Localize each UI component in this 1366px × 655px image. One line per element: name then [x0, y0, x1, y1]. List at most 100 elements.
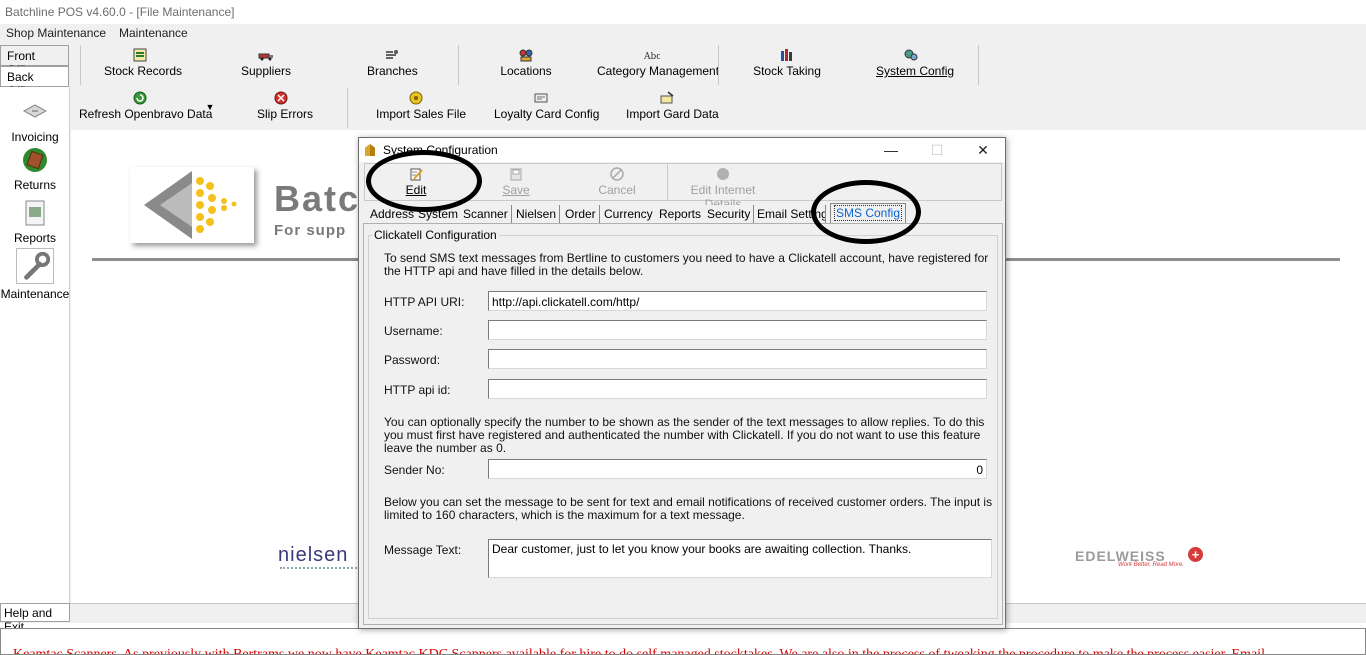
suppliers-label: Suppliers — [240, 64, 292, 78]
loyalty-card-config-label: Loyalty Card Config — [494, 107, 600, 121]
locations-label: Locations — [500, 64, 552, 78]
returns-icon — [23, 148, 47, 172]
save-icon — [510, 168, 522, 181]
nav-returns-label: Returns — [13, 178, 57, 192]
stock-records-button[interactable]: Stock Records — [104, 48, 182, 78]
refresh-dropdown-arrow[interactable]: ▼ — [205, 102, 215, 112]
abc-icon: Abc — [644, 52, 660, 62]
edit-icon — [410, 168, 423, 181]
branches-button[interactable]: Branches — [367, 48, 418, 78]
import-sales-icon — [409, 91, 423, 105]
tab-order[interactable]: Order — [562, 205, 600, 223]
stock-records-label: Stock Records — [104, 64, 183, 78]
tab-reports[interactable]: Reports — [656, 205, 706, 223]
menu-shop-maintenance[interactable]: Shop Maintenance — [6, 26, 106, 40]
system-config-button[interactable]: System Config — [876, 48, 954, 78]
tab-address[interactable]: Address — [367, 205, 419, 223]
tab-system[interactable]: System — [415, 205, 463, 223]
category-management-label: Category Management — [597, 64, 720, 78]
menu-maintenance[interactable]: Maintenance — [119, 26, 188, 40]
cancel-label: Cancel — [598, 183, 636, 197]
system-config-label: System Config — [876, 64, 955, 78]
message-note-text: Below you can set the message to be sent… — [384, 495, 993, 522]
tab-back-office[interactable]: Back Office — [0, 66, 69, 98]
close-button[interactable]: ✕ — [963, 140, 1003, 160]
branches-label: Branches — [367, 64, 418, 78]
dialog-toolbar-separator — [667, 164, 668, 200]
batchline-logo — [130, 167, 254, 243]
edelweiss-tagline: Work Better, Read More. — [1118, 562, 1185, 568]
tab-nielsen[interactable]: Nielsen — [513, 205, 561, 223]
username-input[interactable] — [488, 320, 987, 340]
import-gard-data-label: Import Gard Data — [626, 107, 719, 121]
intro-text: To send SMS text messages from Bertline … — [384, 251, 989, 278]
slip-errors-icon — [274, 91, 288, 105]
sender-note-text: You can optionally specify the number to… — [384, 415, 985, 455]
tab-sms-config-label: SMS Config — [834, 205, 903, 221]
cancel-button[interactable]: Cancel — [597, 167, 637, 197]
refresh-icon — [133, 91, 147, 105]
toolbar-separator — [80, 45, 81, 85]
message-text-label: Message Text: — [384, 543, 462, 557]
http-api-uri-label: HTTP API URI: — [384, 295, 465, 309]
books-icon — [781, 49, 792, 61]
background-subheadline: For supp — [274, 222, 347, 239]
batchline-logo-graphic — [144, 171, 237, 239]
category-management-button[interactable]: Abc Category Management — [597, 48, 719, 78]
stock-taking-button[interactable]: Stock Taking — [752, 48, 822, 78]
help-and-exit-button[interactable]: Help and Exit — [0, 603, 70, 634]
toolbar-row-1: Stock Records Suppliers Branches Locatio… — [80, 45, 1366, 85]
nav-invoicing[interactable]: Invoicing — [0, 97, 70, 144]
toolbar-separator — [718, 45, 719, 85]
http-api-uri-input[interactable] — [488, 291, 987, 311]
import-gard-icon — [660, 91, 674, 104]
tab-email-settings[interactable]: Email Settings — [754, 205, 826, 223]
tab-front-office[interactable]: Front Office — [0, 45, 69, 77]
nav-maintenance-label: Maintenance — [0, 287, 70, 301]
branches-icon — [386, 50, 398, 59]
save-button[interactable]: Save — [501, 167, 531, 197]
dialog-tabs: Address System Scanner Nielsen Order Cur… — [364, 203, 1002, 223]
dialog-title: System Configuration — [383, 143, 498, 157]
minimize-button[interactable]: — — [871, 140, 911, 160]
dialog-app-icon — [365, 144, 375, 156]
http-api-id-input[interactable] — [488, 379, 987, 399]
password-input[interactable] — [488, 349, 987, 369]
import-sales-file-label: Import Sales File — [376, 107, 467, 121]
dialog-titlebar: System Configuration — ☐ ✕ — [359, 138, 1005, 162]
refresh-openbravo-label: Refresh Openbravo Data — [79, 107, 213, 121]
toolbar-row-2: Refresh Openbravo Data ▼ Slip Errors Imp… — [71, 88, 1357, 128]
window-titlebar: Batchline POS v4.60.0 - [File Maintenanc… — [0, 0, 1366, 24]
window-title: Batchline POS v4.60.0 - [File Maintenanc… — [5, 5, 235, 19]
tab-sms-config[interactable]: SMS Config — [830, 203, 907, 223]
refresh-openbravo-button[interactable]: Refresh Openbravo Data — [79, 91, 212, 121]
nav-returns[interactable]: Returns — [0, 145, 70, 192]
toolbar-separator — [458, 45, 459, 85]
tab-security[interactable]: Security — [704, 205, 755, 223]
toolbar-separator — [978, 45, 979, 85]
import-sales-file-button[interactable]: Import Sales File — [376, 91, 466, 121]
system-configuration-dialog: System Configuration — ☐ ✕ Edit Save Can… — [358, 137, 1006, 629]
dialog-toolbar: Edit Save Cancel Edit Internet Details — [364, 163, 1002, 211]
edit-button[interactable]: Edit — [401, 167, 431, 197]
slip-errors-button[interactable]: Slip Errors — [257, 91, 313, 121]
nav-reports[interactable]: Reports — [0, 198, 70, 245]
loyalty-card-config-button[interactable]: Loyalty Card Config — [494, 91, 599, 121]
truck-icon — [258, 53, 273, 61]
edit-label: Edit — [405, 183, 427, 197]
sender-no-input[interactable] — [488, 459, 987, 479]
tab-scanner[interactable]: Scanner — [460, 205, 512, 223]
menubar: Shop Maintenance Maintenance — [0, 24, 1366, 43]
tab-currency[interactable]: Currency — [601, 205, 657, 223]
password-label: Password: — [384, 353, 441, 367]
suppliers-button[interactable]: Suppliers — [240, 48, 292, 78]
left-navigation-panel: Invoicing Returns Reports Maintenance — [0, 87, 70, 603]
maximize-button[interactable]: ☐ — [917, 140, 957, 160]
nav-maintenance[interactable]: Maintenance — [0, 248, 70, 301]
message-text-input[interactable]: Dear customer, just to let you know your… — [488, 539, 992, 578]
wrench-icon — [16, 248, 54, 284]
locations-button[interactable]: Locations — [500, 48, 552, 78]
clickatell-configuration-title: Clickatell Configuration — [372, 228, 499, 242]
cancel-icon — [610, 167, 624, 181]
import-gard-data-button[interactable]: Import Gard Data — [626, 91, 719, 121]
